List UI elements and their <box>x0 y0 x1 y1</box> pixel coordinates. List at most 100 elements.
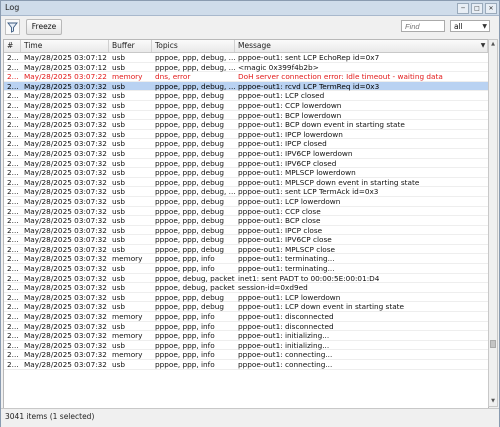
row-time: May/28/2025 03:07:32 <box>24 216 107 226</box>
row-topics: pppoe, ppp, debug <box>155 91 225 101</box>
row-number: 2... <box>7 168 19 178</box>
maximize-icon[interactable]: □ <box>471 3 483 14</box>
row-topics: pppoe, ppp, debug <box>155 158 225 168</box>
table-row[interactable]: 2... May/28/2025 03:07:32 usb pppoe, debug,… <box>4 274 488 284</box>
row-topics: pppoe, ppp, debug <box>155 292 225 302</box>
table-row[interactable]: 2... May/28/2025 03:07:32 usb pppoe, ppp, d… <box>4 101 488 111</box>
row-time: May/28/2025 03:07:32 <box>24 196 107 206</box>
row-time: May/28/2025 03:07:32 <box>24 206 107 216</box>
table-row[interactable]: 2... May/28/2025 03:07:32 usb pppoe, ppp, d… <box>4 302 488 313</box>
table-row[interactable]: 2... May/28/2025 03:07:32 usb pppoe, ppp, i… <box>4 322 488 332</box>
row-buffer: usb <box>112 81 126 91</box>
row-time: May/28/2025 03:07:32 <box>24 100 107 110</box>
table-row[interactable]: 2... May/28/2025 03:07:32 memory pppoe, ppp… <box>4 350 488 360</box>
close-icon[interactable]: ✕ <box>485 3 497 14</box>
table-row[interactable]: 2... May/28/2025 03:07:32 usb pppoe, ppp, d… <box>4 178 488 188</box>
table-row[interactable]: 2... May/28/2025 03:07:32 usb pppoe, ppp, d… <box>4 207 488 217</box>
row-time: May/28/2025 03:07:32 <box>24 244 107 254</box>
row-buffer: usb <box>112 360 126 369</box>
table-row[interactable]: 2... May/28/2025 03:07:32 usb pppoe, ppp, d… <box>4 91 488 101</box>
row-message: pppoe-out1: BCP down event in starting s… <box>238 120 405 130</box>
row-message: pppoe-out1: MPLSCP down event in startin… <box>238 177 420 187</box>
table-row[interactable]: 2... May/28/2025 03:07:32 usb pppoe, ppp, d… <box>4 168 488 178</box>
table-row[interactable]: 2... May/28/2025 03:07:32 usb pppoe, debug,… <box>4 283 488 293</box>
table-row[interactable]: 2... May/28/2025 03:07:22 memory dns, error… <box>4 72 488 82</box>
table-row[interactable]: 2... May/28/2025 03:07:32 memory pppoe, ppp… <box>4 312 488 322</box>
title-bar[interactable]: Log ─ □ ✕ <box>1 1 499 16</box>
row-number: 2... <box>7 129 19 139</box>
row-topics: pppoe, ppp, debug <box>155 235 225 245</box>
row-topics: pppoe, ppp, debug <box>155 139 225 149</box>
column-header-topics[interactable]: Topics <box>152 40 235 52</box>
row-time: May/28/2025 03:07:32 <box>24 225 107 235</box>
row-number: 2... <box>7 110 19 120</box>
row-message: pppoe-out1: rcvd LCP TermReq id=0x3 <box>238 81 380 91</box>
row-number: 2... <box>7 177 19 187</box>
scroll-up-icon[interactable]: ▲ <box>489 40 497 49</box>
table-row[interactable]: 2... May/28/2025 03:07:32 usb pppoe, ppp, d… <box>4 111 488 121</box>
table-row[interactable]: 2... May/28/2025 03:07:32 usb pppoe, ppp, d… <box>4 293 488 303</box>
row-number: 2... <box>7 264 19 274</box>
row-topics: pppoe, ppp, debug <box>155 129 225 139</box>
table-row[interactable]: 2... May/28/2025 03:07:32 usb pppoe, ppp, d… <box>4 139 488 149</box>
row-buffer: usb <box>112 158 126 168</box>
row-buffer: usb <box>112 264 126 274</box>
row-buffer: usb <box>112 292 126 302</box>
row-message: pppoe-out1: BCP lowerdown <box>238 110 342 120</box>
row-time: May/28/2025 03:07:32 <box>24 340 107 350</box>
row-message: pppoe-out1: disconnected <box>238 312 334 322</box>
freeze-button[interactable]: Freeze <box>26 19 62 35</box>
table-row[interactable]: 2... May/28/2025 03:07:32 usb pppoe, ppp, d… <box>4 81 488 92</box>
row-topics: pppoe, ppp, debug <box>155 225 225 235</box>
table-row[interactable]: 2... May/28/2025 03:07:32 usb pppoe, ppp, i… <box>4 360 488 370</box>
row-buffer: usb <box>112 110 126 120</box>
column-chooser-chevron-icon[interactable]: ▼ <box>478 40 488 52</box>
scroll-down-icon[interactable]: ▼ <box>489 397 497 406</box>
row-buffer: usb <box>112 168 126 178</box>
row-topics: pppoe, ppp, info <box>155 321 215 331</box>
table-row[interactable]: 2... May/28/2025 03:07:32 usb pppoe, ppp, d… <box>4 159 488 169</box>
table-row[interactable]: 2... May/28/2025 03:07:32 usb pppoe, ppp, d… <box>4 130 488 140</box>
row-number: 2... <box>7 206 19 216</box>
row-topics: pppoe, ppp, debug, ... <box>155 81 235 91</box>
table-row[interactable]: 2... May/28/2025 03:07:32 memory pppoe, ppp… <box>4 254 488 265</box>
table-row[interactable]: 2... May/28/2025 03:07:32 usb pppoe, ppp, d… <box>4 120 488 130</box>
minimize-icon[interactable]: ─ <box>457 3 469 14</box>
row-number: 2... <box>7 340 19 350</box>
row-message: pppoe-out1: sent LCP TermAck id=0x3 <box>238 187 379 197</box>
table-row[interactable]: 2... May/28/2025 03:07:12 usb pppoe, ppp, d… <box>4 53 488 63</box>
column-header-buffer[interactable]: Buffer <box>109 40 152 52</box>
table-row[interactable]: 2... May/28/2025 03:07:32 usb pppoe, ppp, d… <box>4 235 488 245</box>
column-header-number[interactable]: # <box>4 40 21 52</box>
vertical-scrollbar[interactable]: ▲ ▼ <box>488 39 498 407</box>
column-header-message[interactable]: Message <box>235 40 488 52</box>
row-time: May/28/2025 03:07:12 <box>24 53 107 62</box>
row-time: May/28/2025 03:07:32 <box>24 139 107 149</box>
table-row[interactable]: 2... May/28/2025 03:07:32 usb pppoe, ppp, i… <box>4 264 488 274</box>
filter-select[interactable]: all ▼ <box>450 20 490 32</box>
table-row[interactable]: 2... May/28/2025 03:07:32 usb pppoe, ppp, d… <box>4 245 488 255</box>
table-row[interactable]: 2... May/28/2025 03:07:32 usb pppoe, ppp, d… <box>4 187 488 197</box>
row-message: DoH server connection error: Idle timeou… <box>238 72 443 82</box>
find-input[interactable] <box>401 20 445 32</box>
row-buffer: usb <box>112 53 126 62</box>
row-time: May/28/2025 03:07:32 <box>24 264 107 274</box>
table-row[interactable]: 2... May/28/2025 03:07:32 usb pppoe, ppp, d… <box>4 216 488 226</box>
row-buffer: usb <box>112 273 126 283</box>
row-time: May/28/2025 03:07:32 <box>24 360 107 369</box>
row-time: May/28/2025 03:07:32 <box>24 254 107 264</box>
table-row[interactable]: 2... May/28/2025 03:07:32 usb pppoe, ppp, d… <box>4 197 488 207</box>
column-header-time[interactable]: Time <box>21 40 109 52</box>
table-header: # Time Buffer Topics Message ▼ <box>4 40 488 53</box>
row-buffer: usb <box>112 225 126 235</box>
table-row[interactable]: 2... May/28/2025 03:07:32 usb pppoe, ppp, d… <box>4 149 488 159</box>
row-message: pppoe-out1: disconnected <box>238 321 334 331</box>
table-row[interactable]: 2... May/28/2025 03:07:32 usb pppoe, ppp, d… <box>4 226 488 236</box>
row-topics: pppoe, ppp, info <box>155 264 215 274</box>
scroll-thumb[interactable] <box>490 340 496 348</box>
table-row[interactable]: 2... May/28/2025 03:07:12 usb pppoe, ppp, d… <box>4 63 488 73</box>
table-row[interactable]: 2... May/28/2025 03:07:32 memory pppoe, ppp… <box>4 331 488 341</box>
table-row[interactable]: 2... May/28/2025 03:07:32 usb pppoe, ppp, i… <box>4 341 488 351</box>
filter-button[interactable] <box>5 19 20 35</box>
row-message: pppoe-out1: BCP close <box>238 216 321 226</box>
